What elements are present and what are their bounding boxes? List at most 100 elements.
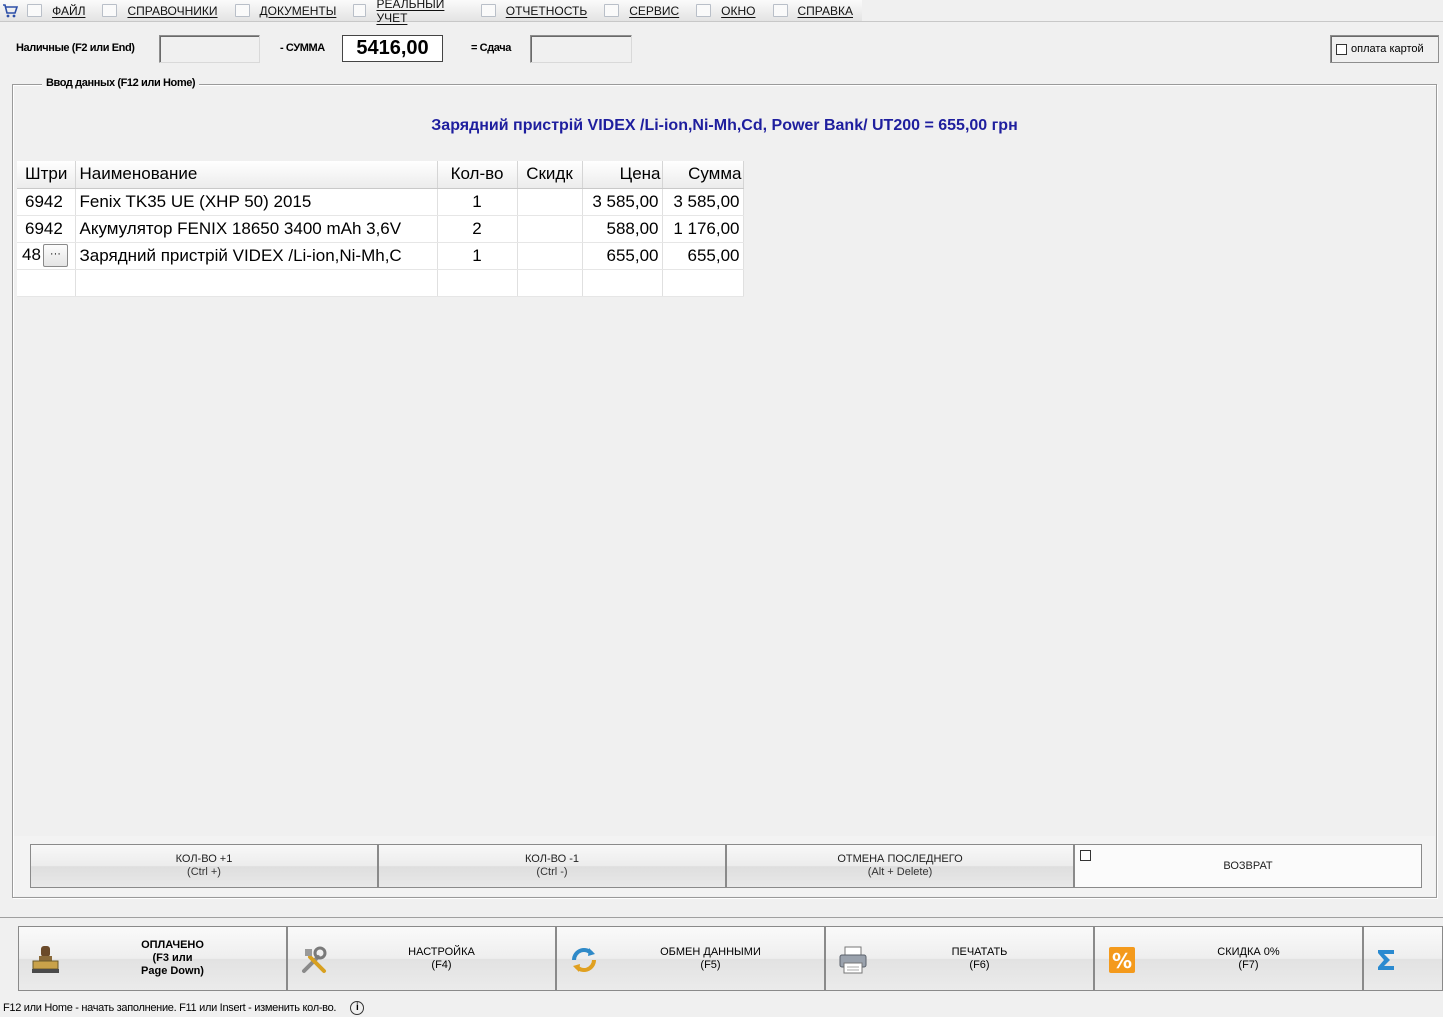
menu-references-label: СПРАВОЧНИКИ [127,3,218,18]
return-checkbox[interactable] [1080,850,1091,861]
home-icon [102,4,118,17]
cancel-last-label: ОТМЕНА ПОСЛЕДНЕГО [837,853,963,865]
items-table: Штри Наименование Кол-во Скидк Цена Сумм… [17,161,744,297]
card-payment-checkbox[interactable]: оплата картой [1330,35,1439,63]
menu-help-label: СПРАВКА [797,3,854,18]
paid-button[interactable]: ОПЛАЧЕНО (F3 или Page Down) [18,926,287,991]
print-line1: ПЕЧАТАТЬ [951,945,1008,958]
info-icon: i [350,1001,365,1015]
menu-help[interactable]: СПРАВКА [765,0,863,21]
cell-qty[interactable]: 1 [437,242,518,270]
data-exchange-button[interactable]: ОБМЕН ДАННЫМИ (F5) [556,926,825,991]
menu-documents-label: ДОКУМЕНТЫ [259,3,337,18]
return-toggle-button[interactable]: ВОЗВРАТ [1074,844,1422,888]
column-header-discount[interactable]: Скидк [517,161,583,189]
cart-icon [0,0,19,21]
paid-line1: ОПЛАЧЕНО [141,939,204,951]
menu-file[interactable]: ФАЙЛ [19,0,94,21]
cell-price[interactable]: 3 585,00 [582,188,663,216]
cell-empty[interactable] [662,269,744,297]
cell-empty[interactable] [582,269,663,297]
window-icon [696,4,712,17]
settings-label: НАСТРОЙКА (F4) [332,927,551,990]
help-icon [772,4,788,17]
menu-references[interactable]: СПРАВОЧНИКИ [94,0,226,21]
menu-service[interactable]: СЕРВИС [596,0,688,21]
cell-empty[interactable] [17,269,76,297]
settings-line2: (F4) [431,958,452,971]
menu-window[interactable]: ОКНО [688,0,764,21]
qty-minus-button[interactable]: КОЛ-ВО -1 (Ctrl -) [378,844,726,888]
last-scanned-item: Зарядний пристрій VIDEX /Li-ion,Ni-Mh,Cd… [431,117,1018,134]
cell-code[interactable]: 6942 [17,188,76,216]
menu-window-label: ОКНО [721,3,756,18]
cell-empty[interactable] [75,269,438,297]
print-button[interactable]: ПЕЧАТАТЬ (F6) [825,926,1094,991]
column-header-price[interactable]: Цена [582,161,663,189]
ellipsis-button[interactable]: ··· [42,244,68,267]
svg-text:%: % [1112,949,1132,973]
cell-empty[interactable] [517,269,583,297]
cell-name[interactable]: Зарядний пристрій VIDEX /Li-ion,Ni-Mh,C [75,242,438,270]
card-payment-label: оплата картой [1351,43,1424,55]
table-row[interactable]: 6942 Fenix TK35 UE (XHP 50) 2015 1 3 585… [17,188,744,216]
cell-name[interactable]: Fenix TK35 UE (XHP 50) 2015 [75,188,438,216]
print-line2: (F6) [969,958,990,971]
service-icon [604,4,620,17]
cell-sum[interactable]: 655,00 [662,242,744,270]
cell-qty[interactable]: 1 [437,188,518,216]
discount-line2: (F7) [1238,958,1259,971]
cell-code[interactable]: 6942 [17,215,76,243]
menu-reports-label: ОТЧЕТНОСТЬ [505,3,588,18]
ledger-icon [353,4,367,17]
paid-line3: Page Down) [141,965,204,977]
status-bar: F12 или Home - начать заполнение. F11 ил… [0,999,1443,1017]
cell-sum[interactable]: 1 176,00 [662,215,744,243]
data-exchange-line2: (F5) [700,958,721,971]
cell-empty[interactable] [437,269,518,297]
cell-discount[interactable] [517,215,583,243]
discount-label: СКИДКА 0% (F7) [1139,927,1358,990]
cell-discount[interactable] [517,188,583,216]
qty-plus-label: КОЛ-ВО +1 [175,853,233,865]
cell-code[interactable]: 48 ··· [17,242,76,270]
cell-discount[interactable] [517,242,583,270]
data-exchange-line1: ОБМЕН ДАННЫМИ [660,945,761,958]
cell-code-text: 48 [22,244,41,264]
column-header-code[interactable]: Штри [17,161,76,189]
column-header-sum[interactable]: Сумма [662,161,744,189]
qty-minus-shortcut: (Ctrl -) [536,866,568,878]
cell-name[interactable]: Акумулятор FENIX 18650 3400 mAh 3,6V [75,215,438,243]
menu-reports[interactable]: ОТЧЕТНОСТЬ [473,0,596,21]
cell-price[interactable]: 655,00 [582,242,663,270]
menu-file-label: ФАЙЛ [52,3,86,18]
discount-button[interactable]: % СКИДКА 0% (F7) [1094,926,1363,991]
toolbar-separator [0,917,1443,918]
cancel-last-button[interactable]: ОТМЕНА ПОСЛЕДНЕГО (Alt + Delete) [726,844,1074,888]
cell-qty[interactable]: 2 [437,215,518,243]
refresh-icon [567,943,601,977]
cell-sum[interactable]: 3 585,00 [662,188,744,216]
table-row[interactable]: 48 ··· Зарядний пристрій VIDEX /Li-ion,Ni… [17,242,744,270]
table-row[interactable]: 6942 Акумулятор FENIX 18650 3400 mAh 3,6… [17,215,744,243]
input-group-title: Ввод данных (F12 или Home) [42,77,200,89]
document-icon [234,4,250,17]
cash-input[interactable] [159,35,260,63]
qty-plus-button[interactable]: КОЛ-ВО +1 (Ctrl +) [30,844,378,888]
total-sum-button[interactable] [1363,926,1443,991]
discount-line1: СКИДКА 0% [1217,945,1280,958]
cell-price[interactable]: 588,00 [582,215,663,243]
tools-icon [298,943,332,977]
menu-real-accounting-label: РЕАЛЬНЫЙ УЧЕТ [376,0,445,25]
change-label: = Сдача [471,42,511,54]
column-header-qty[interactable]: Кол-во [437,161,518,189]
menu-real-accounting[interactable]: РЕАЛЬНЫЙ УЧЕТ [345,0,472,25]
stamp-icon [29,943,63,977]
menu-strip: ФАЙЛ СПРАВОЧНИКИ ДОКУМЕНТЫ РЕАЛЬНЫЙ УЧЕТ… [0,0,863,25]
data-exchange-label: ОБМЕН ДАННЫМИ (F5) [601,927,820,990]
menu-documents[interactable]: ДОКУМЕНТЫ [227,0,346,21]
column-header-name[interactable]: Наименование [75,161,438,189]
table-row-empty[interactable] [17,269,744,297]
card-checkbox-box[interactable] [1336,43,1347,55]
settings-button[interactable]: НАСТРОЙКА (F4) [287,926,556,991]
